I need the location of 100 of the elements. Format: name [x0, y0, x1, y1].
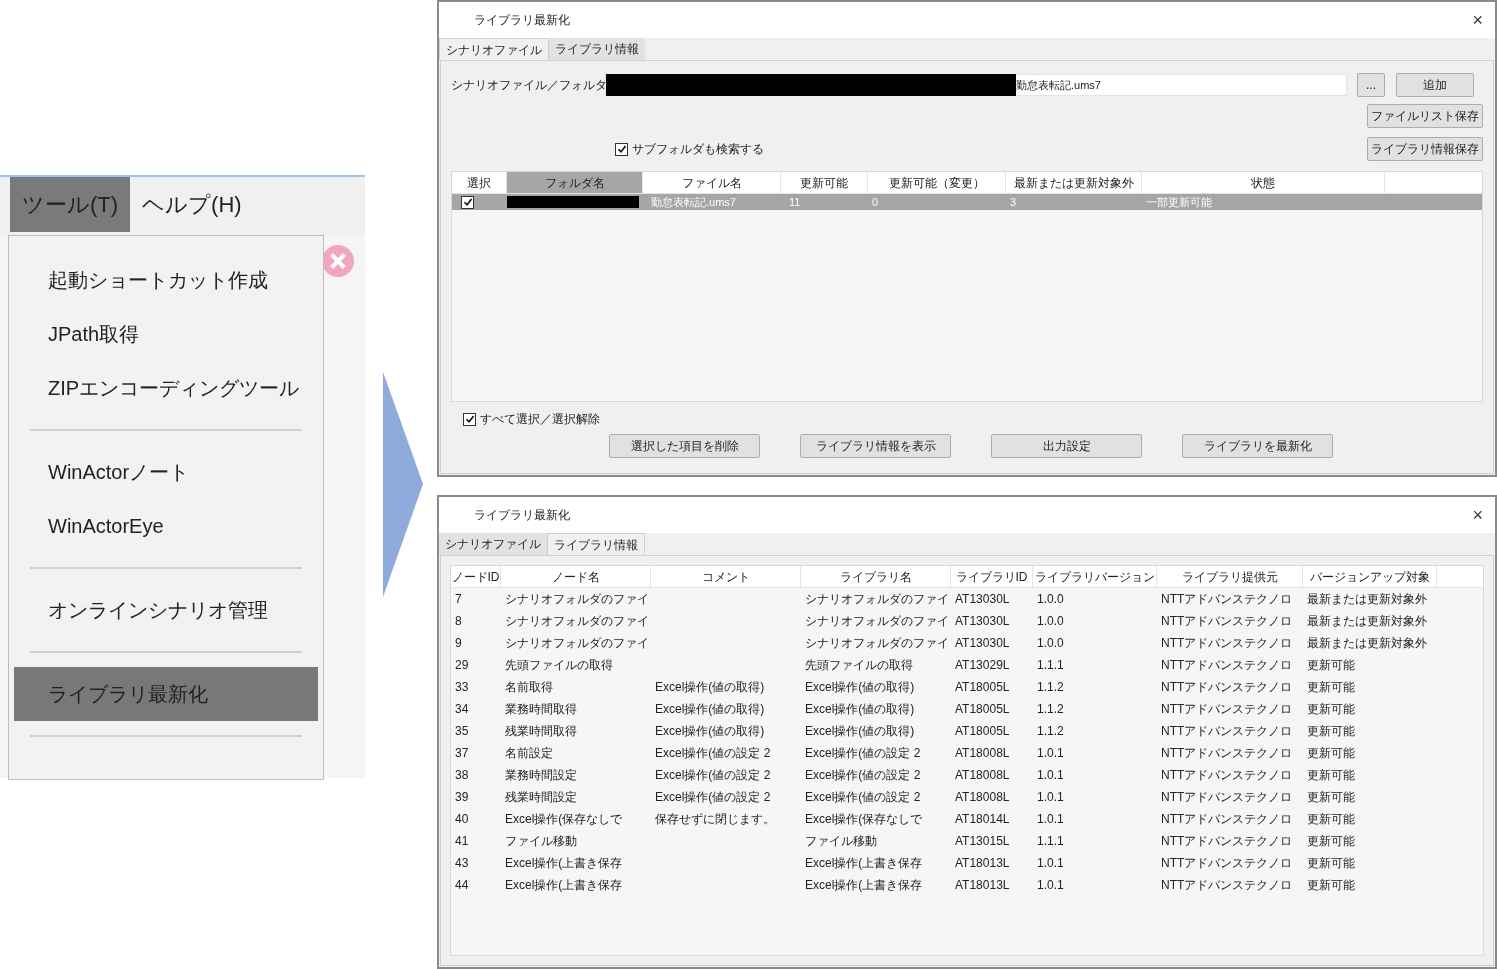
table-cell: Excel操作(値の取得) [655, 724, 765, 738]
column-header[interactable]: ライブラリID [951, 566, 1033, 587]
column-header[interactable]: フォルダ名 [507, 172, 643, 193]
table-cell: 40 [455, 812, 469, 826]
column-header[interactable]: ライブラリ提供元 [1157, 566, 1303, 587]
dialog-button[interactable]: 追加 [1396, 73, 1474, 97]
column-header[interactable]: 最新または更新対象外 [1006, 172, 1142, 193]
close-button[interactable]: × [1472, 506, 1483, 524]
table-cell: Excel操作(上書き保存 [805, 856, 923, 870]
dialog-button[interactable]: ライブラリ情報を表示 [800, 434, 951, 458]
table-cell: AT18005L [955, 724, 1010, 738]
path-field[interactable]: 勤怠表転記.ums7 [605, 74, 1347, 96]
menu-item[interactable]: ZIPエンコーディングツール [14, 361, 318, 415]
dialog-button[interactable]: ライブラリを最新化 [1182, 434, 1333, 458]
checkbox-label: サブフォルダも検索する [632, 141, 764, 158]
column-header[interactable]: ファイル名 [643, 172, 781, 193]
table-cell: 最新または更新対象外 [1307, 636, 1427, 650]
table-cell: 43 [455, 856, 469, 870]
table-cell: 更新可能 [1307, 812, 1355, 826]
table-cell: NTTアドバンステクノロ [1161, 636, 1293, 650]
column-header[interactable]: 更新可能 [781, 172, 868, 193]
dialog-button[interactable]: ファイルリスト保存 [1367, 104, 1483, 128]
table-cell: Excel操作(値の取得) [805, 724, 915, 738]
checkbox[interactable] [615, 142, 628, 156]
tab[interactable]: シナリオファイル [439, 533, 547, 555]
table-cell: 1.1.2 [1037, 680, 1064, 694]
tab[interactable]: シナリオファイル [439, 38, 549, 60]
menu-item[interactable]: ライブラリ最新化 [14, 667, 318, 721]
dialog-button[interactable]: 選択した項目を削除 [609, 434, 760, 458]
table-cell: AT18008L [955, 790, 1010, 804]
checkbox[interactable] [461, 195, 474, 209]
table-cell: Excel操作(上書き保存 [505, 856, 623, 870]
table-cell: 先頭ファイルの取得 [505, 658, 613, 672]
column-header[interactable]: ライブラリバージョン [1033, 566, 1157, 587]
table-cell: 1.0.0 [1037, 614, 1064, 628]
column-header[interactable]: 更新可能（変更） [868, 172, 1006, 193]
table-cell: 名前設定 [505, 746, 553, 760]
dialog-button[interactable]: ライブラリ情報保存 [1367, 137, 1483, 161]
table-cell: AT13029L [955, 658, 1010, 672]
table-cell: 1.0.0 [1037, 592, 1064, 606]
table-cell: 更新可能 [1307, 658, 1355, 672]
table-cell: 8 [455, 614, 462, 628]
dialog-button[interactable]: 出力設定 [991, 434, 1142, 458]
table-cell: 更新可能 [1307, 856, 1355, 870]
menu-bar-item[interactable]: ツール(T) [10, 177, 131, 232]
table-cell: 1.0.1 [1037, 856, 1064, 870]
arrow-icon [382, 372, 423, 597]
table-cell: シナリオフォルダのファイ [805, 614, 949, 628]
table-cell: Excel操作(値の取得) [655, 702, 765, 716]
table-cell: NTTアドバンステクノロ [1161, 614, 1293, 628]
table-cell: NTTアドバンステクノロ [1161, 768, 1293, 782]
column-header[interactable]: バージョンアップ対象 [1303, 566, 1437, 587]
table-cell: ファイル移動 [805, 834, 877, 848]
table-cell: 9 [455, 636, 462, 650]
table-cell: 更新可能 [1307, 834, 1355, 848]
table-cell: 更新可能 [1307, 680, 1355, 694]
table-cell: シナリオフォルダのファイ [505, 614, 649, 628]
table-cell: 先頭ファイルの取得 [805, 658, 913, 672]
table-cell-text: 勤怠表転記.ums7 [650, 195, 737, 210]
table-cell: AT18013L [955, 878, 1010, 892]
table-cell: 44 [455, 878, 469, 892]
menu-item[interactable]: WinActorEye [14, 499, 318, 553]
table-cell: 最新または更新対象外 [1307, 592, 1427, 606]
checkbox[interactable] [463, 412, 476, 426]
column-header[interactable]: 状態 [1142, 172, 1385, 193]
column-header[interactable]: コメント [651, 566, 801, 587]
table-cell: 残業時間設定 [505, 790, 577, 804]
table-cell: AT18008L [955, 746, 1010, 760]
table-cell: 1.1.1 [1037, 834, 1064, 848]
table-cell: NTTアドバンステクノロ [1161, 702, 1293, 716]
tab[interactable]: ライブラリ情報 [549, 38, 645, 60]
table-cell: Excel操作(値の取得) [805, 680, 915, 694]
table-cell: Excel操作(上書き保存 [505, 878, 623, 892]
table-cell: 保存せずに閉じます。 [655, 812, 775, 826]
column-header[interactable]: ノード名 [501, 566, 651, 587]
table-cell: 業務時間設定 [505, 768, 577, 782]
table-cell: ファイル移動 [505, 834, 577, 848]
dialog-button[interactable]: ... [1357, 73, 1385, 97]
table-cell-text: 11 [788, 195, 802, 210]
table-cell: AT18005L [955, 680, 1010, 694]
menu-bar-item[interactable]: ヘルプ(H) [130, 177, 254, 232]
table-cell: 1.0.1 [1037, 790, 1064, 804]
close-button[interactable]: × [1472, 11, 1483, 29]
menu-item[interactable]: オンラインシナリオ管理 [14, 583, 318, 637]
table-cell-text: 一部更新可能 [1145, 195, 1213, 210]
tab[interactable]: ライブラリ情報 [547, 533, 645, 555]
table-cell: Excel操作(値の取得) [805, 702, 915, 716]
window-title: ライブラリ最新化 [474, 12, 571, 29]
table-cell: Excel操作(値の設定 2 [805, 768, 921, 782]
table-cell: シナリオフォルダのファイ [805, 592, 949, 606]
table-cell: NTTアドバンステクノロ [1161, 680, 1293, 694]
table-cell: AT13030L [955, 636, 1010, 650]
menu-item[interactable]: JPath取得 [14, 307, 318, 361]
column-header[interactable]: ライブラリ名 [801, 566, 951, 587]
table-cell: NTTアドバンステクノロ [1161, 812, 1293, 826]
menu-item[interactable]: 起動ショートカット作成 [14, 253, 318, 307]
menu-item[interactable]: WinActorノート [14, 445, 318, 499]
table-cell: 更新可能 [1307, 768, 1355, 782]
column-header[interactable]: ノードID [451, 566, 501, 587]
table-cell: 35 [455, 724, 469, 738]
